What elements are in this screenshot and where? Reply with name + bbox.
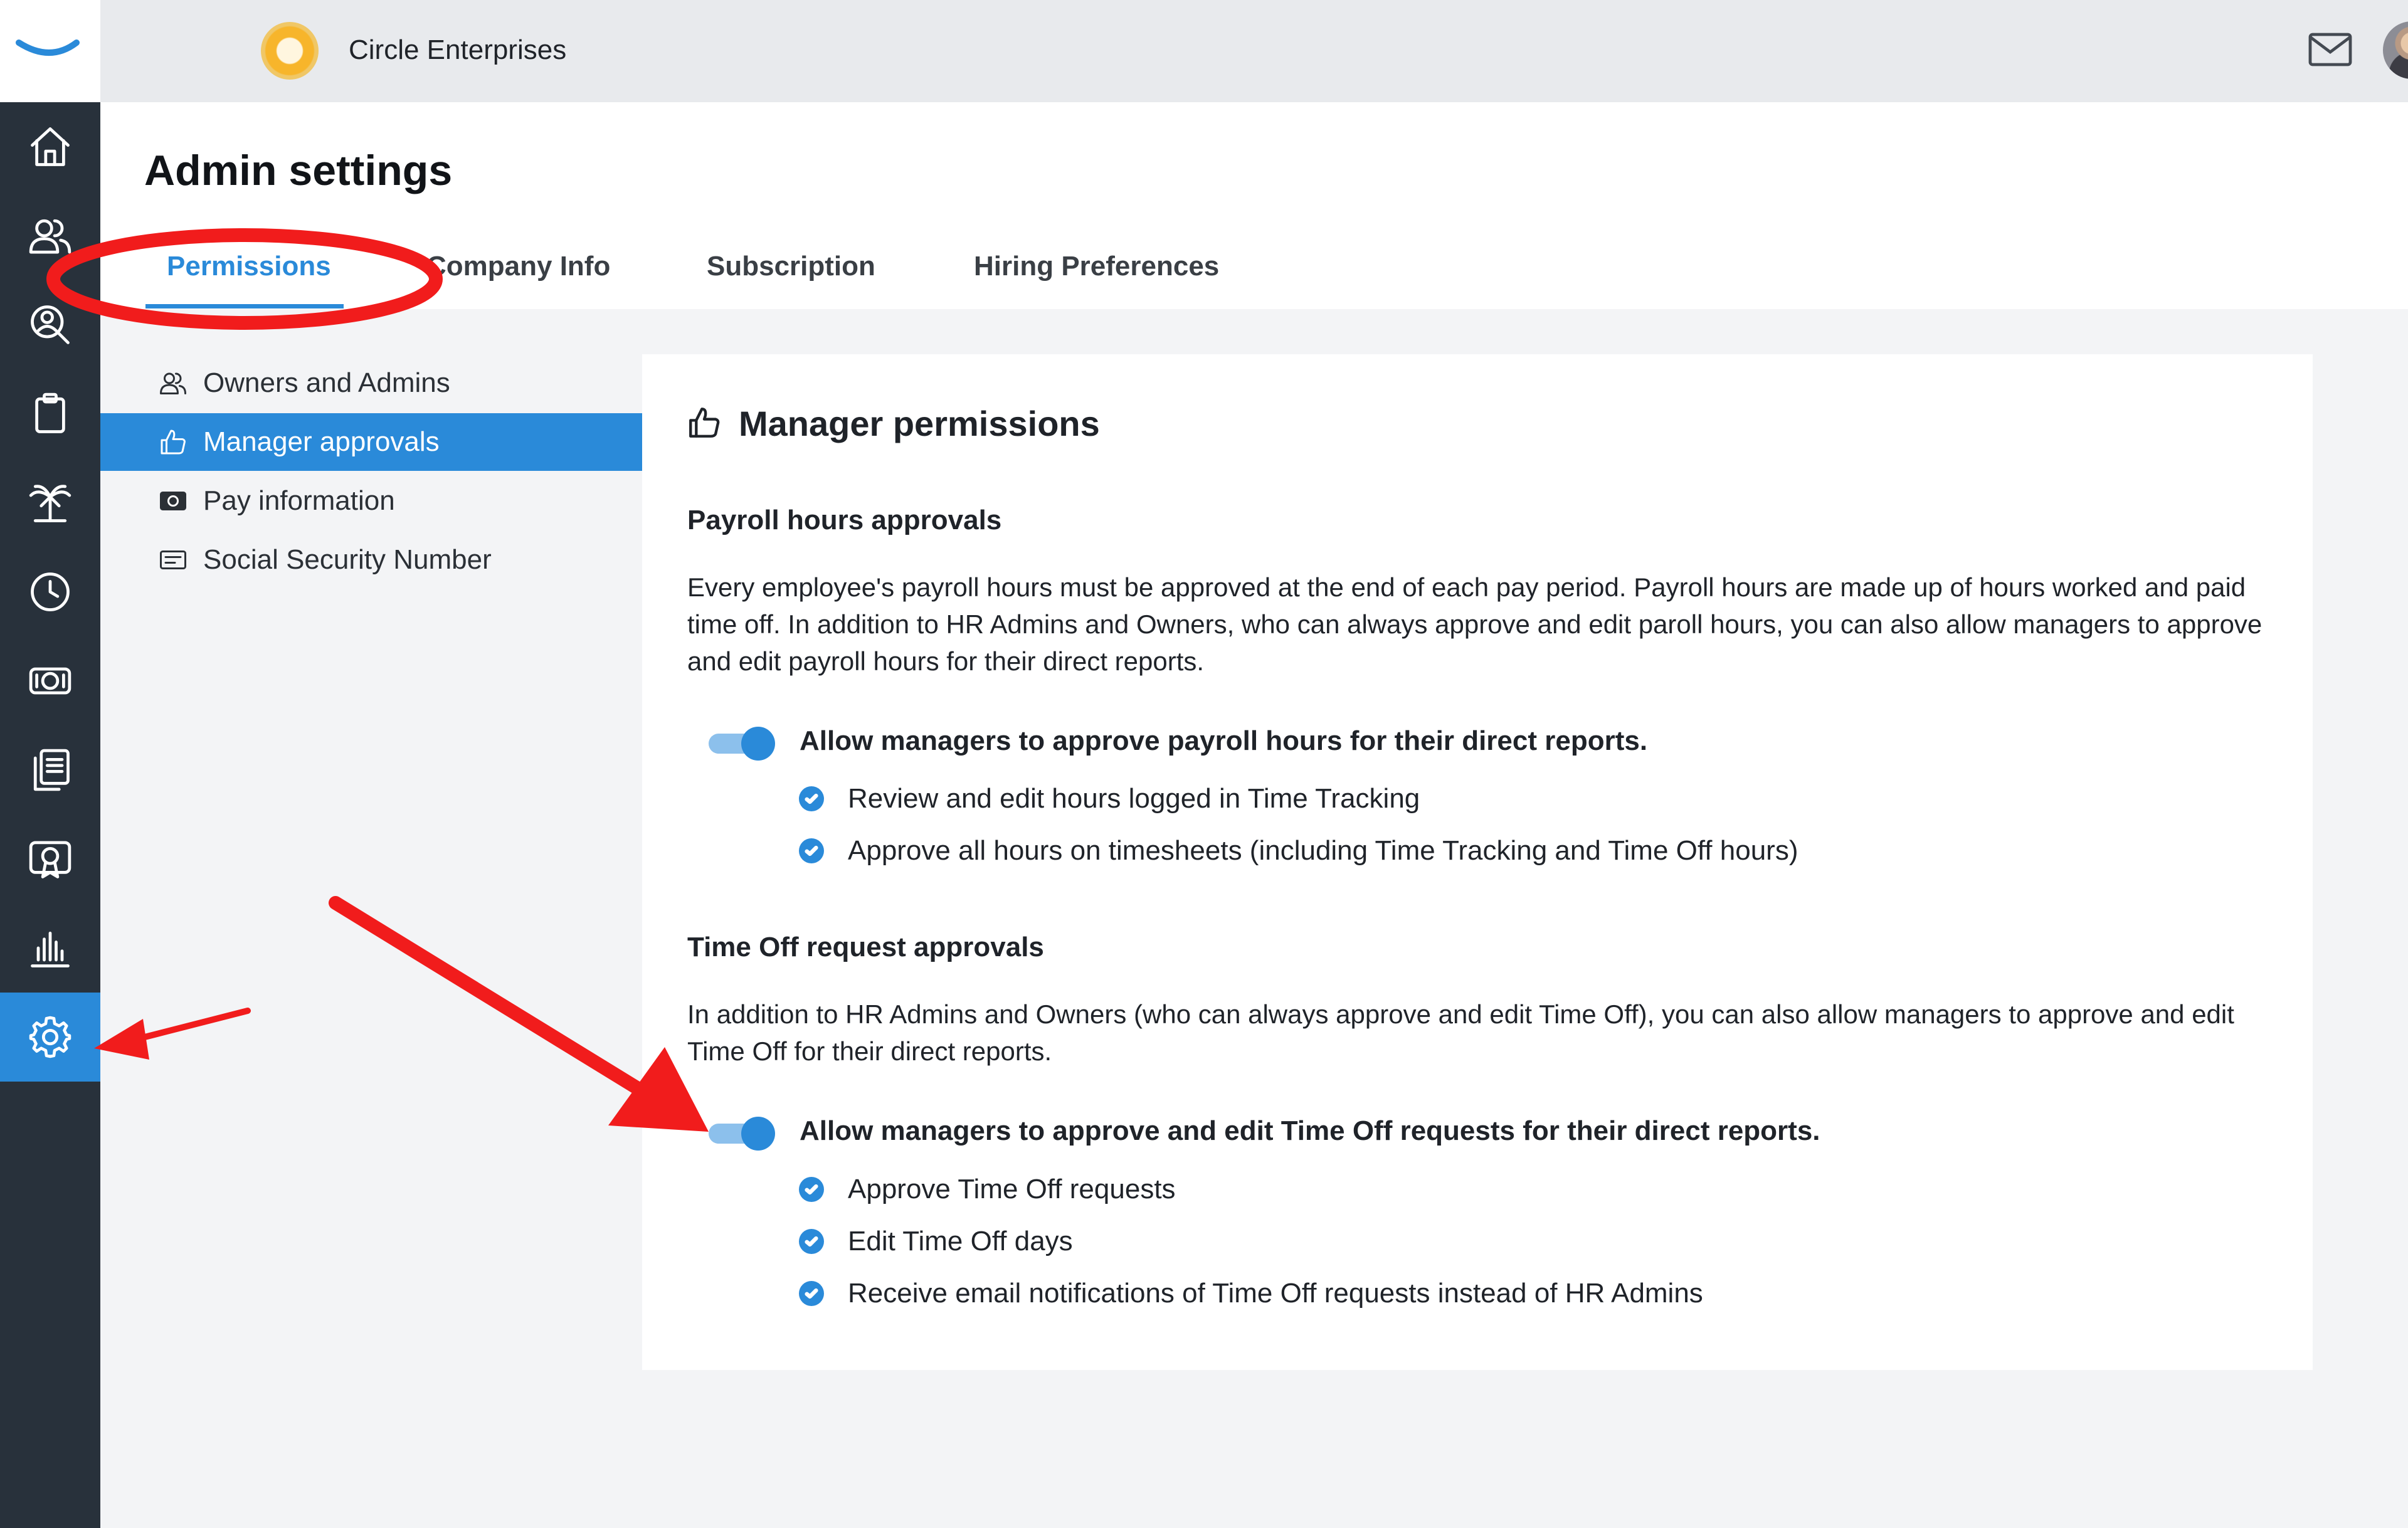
left-rail <box>0 0 100 1528</box>
search-person-icon <box>31 305 70 344</box>
id-card-icon <box>160 551 186 569</box>
clock-icon <box>31 572 70 611</box>
timeoff-section-title: Time Off request approvals <box>687 932 1044 962</box>
check-circle-icon <box>799 1177 824 1202</box>
subnav-manager-approvals[interactable]: Manager approvals <box>100 413 642 471</box>
permission-label: Approve Time Off requests <box>848 1174 1176 1204</box>
tab-company-info[interactable]: Company Info <box>426 251 610 282</box>
app-logo-icon <box>16 40 80 56</box>
nav-onboarding[interactable] <box>0 369 100 458</box>
timeoff-toggle-label: Allow managers to approve and edit Time … <box>800 1115 1820 1146</box>
subnav-pay-information[interactable]: Pay information <box>100 472 642 530</box>
app-logo[interactable] <box>0 0 100 102</box>
tab-hiring-preferences[interactable]: Hiring Preferences <box>974 251 1219 282</box>
payroll-toggle-label: Allow managers to approve payroll hours … <box>800 725 1648 756</box>
nav-settings[interactable] <box>0 993 100 1082</box>
timeoff-approval-toggle[interactable] <box>709 1117 776 1151</box>
toggle-knob <box>741 727 775 761</box>
subnav-label: Owners and Admins <box>203 367 450 398</box>
manager-permissions-card: Manager permissions Payroll hours approv… <box>642 354 2313 1370</box>
page-title: Admin settings <box>144 147 453 194</box>
certificate-icon <box>29 841 71 878</box>
company-name[interactable]: Circle Enterprises <box>349 34 566 66</box>
check-circle-icon <box>799 786 824 811</box>
tab-permissions[interactable]: Permissions <box>167 251 331 282</box>
people-icon <box>160 372 186 394</box>
payroll-section-title: Payroll hours approvals <box>687 505 1002 535</box>
thumbs-up-icon <box>689 408 720 438</box>
money-icon <box>160 492 186 510</box>
check-circle-icon <box>799 1281 824 1306</box>
user-avatar[interactable] <box>2383 21 2408 79</box>
home-icon <box>31 127 70 166</box>
bar-chart-icon <box>31 931 70 967</box>
permission-label: Edit Time Off days <box>848 1226 1073 1257</box>
page-header: Admin settings Permissions Company Info … <box>100 102 2408 309</box>
permission-label: Approve all hours on timesheets (includi… <box>848 835 1798 866</box>
subnav-label: Pay information <box>203 485 395 516</box>
nav-home[interactable] <box>0 102 100 191</box>
active-tab-indicator <box>145 304 344 308</box>
timeoff-description: In addition to HR Admins and Owners (who… <box>687 999 2234 1066</box>
payroll-permission-item: Review and edit hours logged in Time Tra… <box>799 782 1420 815</box>
subnav-owners-and-admins[interactable]: Owners and Admins <box>100 354 642 412</box>
clipboard-icon <box>35 393 65 433</box>
check-circle-icon <box>799 1229 824 1254</box>
payroll-description: Every employee's payroll hours must be a… <box>687 572 2263 676</box>
payroll-permission-item: Approve all hours on timesheets (includi… <box>799 835 1798 867</box>
permission-label: Receive email notifications of Time Off … <box>848 1278 1703 1309</box>
gear-icon <box>29 1016 71 1058</box>
card-title: Manager permissions <box>739 404 1100 443</box>
timeoff-permission-item: Receive email notifications of Time Off … <box>799 1277 1703 1310</box>
nav-time-off[interactable] <box>0 458 100 547</box>
nav-training[interactable] <box>0 814 100 904</box>
nav-time-tracking[interactable] <box>0 547 100 636</box>
subnav-label: Manager approvals <box>203 426 440 457</box>
nav-documents[interactable] <box>0 725 100 814</box>
nav-hiring[interactable] <box>0 280 100 369</box>
check-circle-icon <box>799 838 824 863</box>
company-logo <box>261 22 319 80</box>
subnav-label: Social Security Number <box>203 544 492 575</box>
payroll-approval-toggle[interactable] <box>709 727 776 761</box>
palm-tree-icon <box>29 485 71 522</box>
subnav-social-security-number[interactable]: Social Security Number <box>100 531 642 589</box>
nav-people[interactable] <box>0 191 100 280</box>
nav-payroll[interactable] <box>0 636 100 725</box>
timeoff-permission-item: Edit Time Off days <box>799 1225 1073 1258</box>
people-icon <box>29 219 71 254</box>
mail-icon[interactable] <box>2308 30 2353 69</box>
toggle-knob <box>741 1117 775 1151</box>
arrow-to-gear <box>94 1008 251 1060</box>
timeoff-permission-item: Approve Time Off requests <box>799 1173 1176 1206</box>
permission-label: Review and edit hours logged in Time Tra… <box>848 783 1420 814</box>
money-icon <box>29 667 71 695</box>
documents-icon <box>33 749 70 791</box>
top-bar: Circle Enterprises <box>100 0 2408 102</box>
nav-reports[interactable] <box>0 904 100 993</box>
thumbs-up-icon <box>161 429 186 455</box>
tab-subscription[interactable]: Subscription <box>707 251 875 282</box>
